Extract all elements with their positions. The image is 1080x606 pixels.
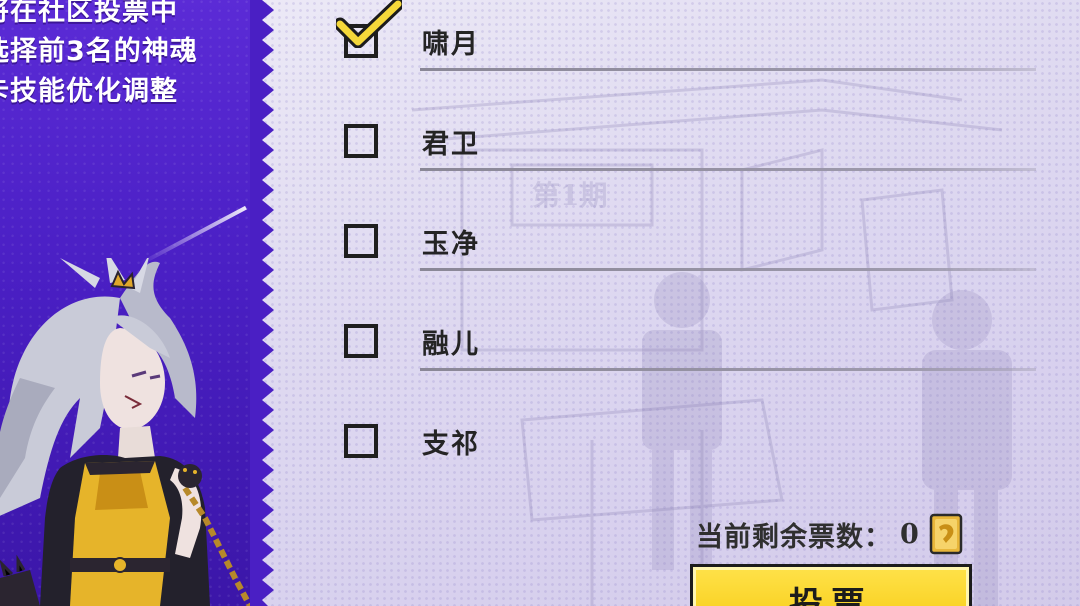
- option-divider: [420, 68, 1036, 71]
- option-divider: [420, 268, 1036, 271]
- votes-remaining-label: 当前剩余票数：: [696, 521, 892, 553]
- option-checkbox[interactable]: [344, 324, 378, 358]
- option-label: 融儿: [422, 329, 480, 360]
- vote-button[interactable]: 投票: [690, 564, 972, 606]
- votes-remaining-count: 0: [900, 518, 919, 550]
- vote-option[interactable]: 支祁: [340, 406, 1040, 466]
- zigzag-border: [250, 0, 274, 606]
- check-icon: [336, 0, 402, 48]
- option-checkbox[interactable]: [344, 424, 378, 458]
- intro-line-3: 卡技能优化调整: [0, 76, 178, 107]
- promo-panel: 将在社区投票中 选择前3名的神魂 卡技能优化调整: [0, 0, 262, 606]
- option-label: 玉净: [422, 229, 480, 260]
- intro-text: 将在社区投票中 选择前3名的神魂 卡技能优化调整: [0, 0, 198, 112]
- option-checkbox[interactable]: [344, 224, 378, 258]
- intro-line-1: 将在社区投票中: [0, 0, 178, 27]
- option-label: 支祁: [422, 429, 480, 460]
- vote-option[interactable]: 啸月: [336, 0, 1040, 71]
- vote-option[interactable]: 玉净: [340, 206, 1040, 271]
- option-divider: [420, 168, 1036, 171]
- option-divider: [420, 368, 1036, 371]
- character-illustration: [0, 258, 253, 606]
- option-label: 啸月: [422, 29, 480, 60]
- option-label: 君卫: [422, 129, 480, 160]
- option-checkbox[interactable]: [344, 124, 378, 158]
- vote-button-label: 投票: [789, 585, 873, 606]
- light-streak: [139, 205, 247, 266]
- votes-remaining: 当前剩余票数： 0: [696, 512, 963, 556]
- vote-option[interactable]: 融儿: [340, 306, 1040, 371]
- ticket-icon: [929, 513, 963, 555]
- intro-line-2: 选择前3名的神魂: [0, 36, 198, 67]
- vote-option[interactable]: 君卫: [340, 106, 1040, 171]
